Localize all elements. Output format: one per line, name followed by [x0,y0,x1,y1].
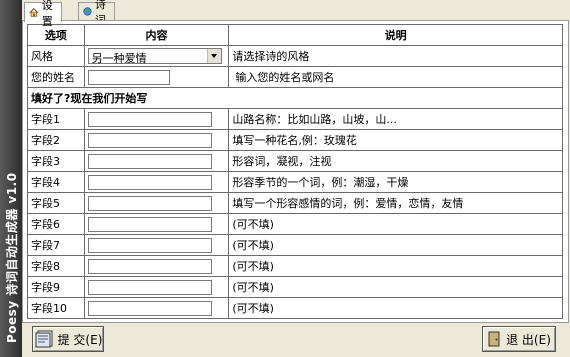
table-row: 字段2 填写一种花名,例：玫瑰花 [27,129,563,151]
field-description: (可不填) [228,255,563,277]
field-description: 形容季节的一个词，例：潮湿，干燥 [228,171,563,193]
globe-icon [83,7,92,16]
field-description: 填写一个形容感情的词，例：爱情，恋情，友情 [228,192,563,214]
settings-table: 选项 内容 说明 风格 另一种爱情 请选择诗的风格 您的姓名 输入您的姓名或网名… [27,24,563,319]
name-description: 输入您的姓名或网名 [228,66,563,88]
settings-panel: 选项 内容 说明 风格 另一种爱情 请选择诗的风格 您的姓名 输入您的姓名或网名… [22,20,569,323]
table-row: 字段9 (可不填) [27,276,563,298]
field-input-6[interactable] [87,216,212,232]
tab-settings[interactable]: 设置 [24,0,62,28]
table-row: 字段7 (可不填) [27,234,563,256]
table-row: 风格 另一种爱情 请选择诗的风格 [27,45,563,67]
tab-poems[interactable]: 诗词 [78,0,115,27]
field-input-7[interactable] [87,237,212,253]
section-row: 填好了?现在我们开始写 [27,87,563,109]
field-description: (可不填) [228,234,563,256]
column-header-description: 说明 [228,24,563,46]
field-label: 字段1 [27,108,85,130]
table-row: 字段6 (可不填) [27,213,563,235]
exit-button-label: 退 出(E) [506,332,551,347]
section-title: 填好了?现在我们开始写 [27,87,563,109]
chevron-down-icon[interactable] [206,49,221,63]
field-label: 字段7 [27,234,85,256]
field-label: 字段9 [27,276,85,298]
field-description: (可不填) [228,213,563,235]
field-input-1[interactable] [87,111,212,127]
name-label: 您的姓名 [27,66,85,88]
table-row: 字段1 山路名称：比如山路，山坡，山... [27,108,563,130]
table-row: 字段5 填写一个形容感情的词，例：爱情，恋情，友情 [27,192,563,214]
field-description: 填写一种花名,例：玫瑰花 [228,129,563,151]
table-header-row: 选项 内容 说明 [27,24,563,46]
door-icon [488,331,500,347]
name-input[interactable] [87,69,170,85]
submit-button-label: 提 交(E) [57,332,103,347]
field-description: (可不填) [228,297,563,319]
table-row: 您的姓名 输入您的姓名或网名 [27,66,563,88]
field-label: 字段4 [27,171,85,193]
table-row: 字段10 (可不填) [27,297,563,319]
newspaper-icon [35,330,53,348]
field-description: (可不填) [228,276,563,298]
house-icon [29,7,39,17]
sidebar-banner: Poesy 诗词自动生成器 v1.0 [0,0,22,357]
field-input-9[interactable] [87,279,212,295]
field-description: 形容词，凝视，注视 [228,150,563,172]
field-input-4[interactable] [87,174,212,190]
submit-button[interactable]: 提 交(E) [32,326,104,352]
app-title: Poesy 诗词自动生成器 v1.0 [5,172,19,343]
table-row: 字段4 形容季节的一个词，例：潮湿，干燥 [27,171,563,193]
field-label: 字段6 [27,213,85,235]
field-label: 字段3 [27,150,85,172]
style-select-value: 另一种爱情 [91,52,147,65]
style-select[interactable]: 另一种爱情 [87,48,222,65]
field-input-3[interactable] [87,153,212,169]
field-input-10[interactable] [87,300,212,316]
table-row: 字段3 形容词，凝视，注视 [27,150,563,172]
field-label: 字段10 [27,297,85,319]
style-description: 请选择诗的风格 [228,45,563,67]
tab-settings-label: 设置 [41,0,53,28]
field-description: 山路名称：比如山路，山坡，山... [228,108,563,130]
field-input-8[interactable] [87,258,212,274]
table-row: 字段8 (可不填) [27,255,563,277]
field-input-5[interactable] [87,195,212,211]
field-input-2[interactable] [87,132,212,148]
field-label: 字段5 [27,192,85,214]
exit-button[interactable]: 退 出(E) [482,326,556,352]
column-header-content: 内容 [83,24,230,46]
field-label: 字段8 [27,255,85,277]
field-label: 字段2 [27,129,85,151]
style-label: 风格 [27,45,85,67]
